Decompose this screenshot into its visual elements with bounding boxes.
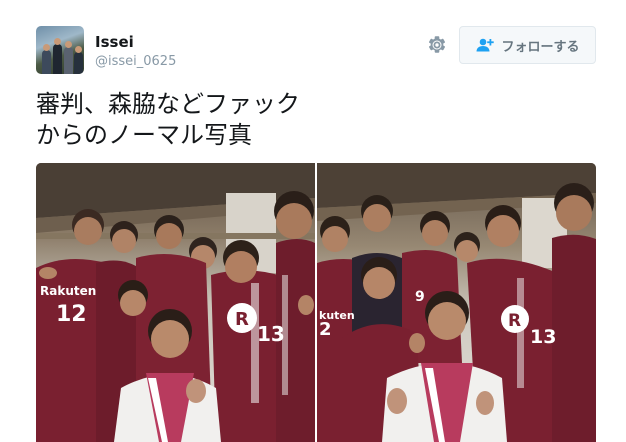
avatar-figure — [74, 52, 83, 74]
user-handle[interactable]: @issei_0625 — [95, 54, 176, 69]
follow-button-label: フォローする — [501, 39, 580, 55]
jersey-number: 2 — [319, 319, 332, 340]
avatar-figure — [42, 50, 51, 74]
media-photo-right[interactable]: kuten 2 9 R 13 — [317, 163, 596, 442]
jersey-number: 12 — [56, 302, 87, 327]
avatar-head — [75, 46, 82, 53]
tweet-text: 審判、森脇などファック からのノーマル写真 — [36, 89, 596, 151]
media-photo-left[interactable]: Rakuten 12 R 13 — [36, 163, 315, 442]
avatar-head — [43, 44, 50, 51]
gear-icon[interactable] — [427, 35, 447, 55]
avatar-figure — [64, 47, 73, 74]
jersey-number: 9 — [415, 289, 425, 305]
jersey-logo-letter: R — [235, 309, 249, 330]
jersey-number: 13 — [530, 326, 556, 348]
avatar-head — [65, 41, 72, 48]
user-display-name[interactable]: Issei — [95, 33, 134, 51]
add-user-icon — [476, 38, 495, 52]
jersey-number: 13 — [257, 322, 285, 346]
jersey-logo-letter: R — [508, 311, 521, 331]
tweet-header: Issei @issei_0625 フォローする — [36, 26, 596, 76]
avatar-head — [54, 38, 61, 45]
tweet-text-line: 審判、森脇などファック — [36, 90, 300, 118]
tweet-media: Rakuten 12 R 13 kuten 2 9 R 13 — [36, 163, 596, 442]
follow-button[interactable]: フォローする — [459, 26, 596, 64]
avatar-figure — [53, 44, 62, 74]
jersey-sponsor-text: Rakuten — [40, 284, 96, 298]
tweet-text-line: からのノーマル写真 — [36, 121, 252, 149]
avatar[interactable] — [36, 26, 84, 74]
